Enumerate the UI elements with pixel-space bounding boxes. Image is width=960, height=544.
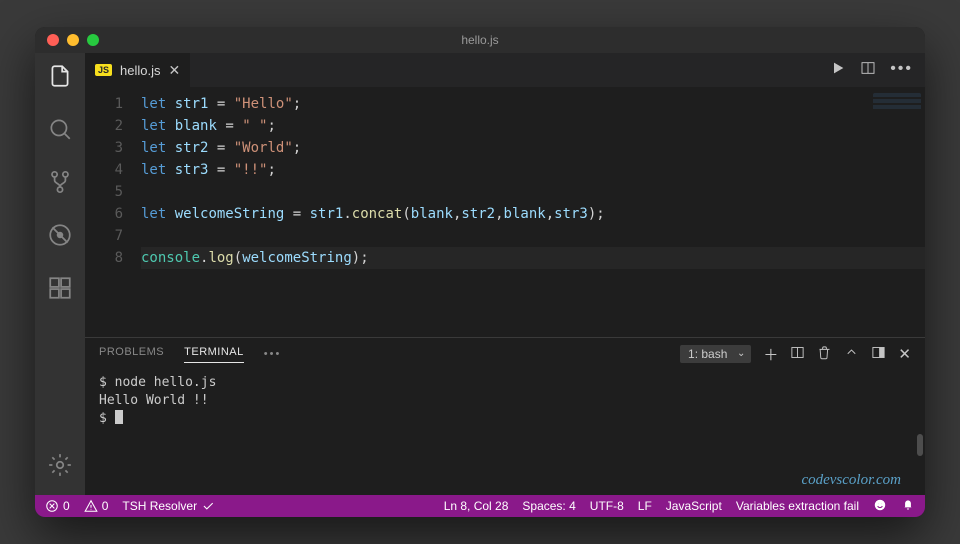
kill-terminal-icon[interactable] (817, 345, 832, 363)
status-encoding[interactable]: UTF-8 (590, 499, 624, 513)
line-gutter: 12345678 (85, 93, 141, 337)
body-area: JS hello.js ✕ ••• 12345678 let str1 = "H… (35, 53, 925, 495)
terminal-tab[interactable]: TERMINAL (184, 346, 244, 363)
more-actions-icon[interactable]: ••• (890, 60, 913, 81)
terminal-line: $ (99, 410, 911, 428)
editor-actions: ••• (830, 60, 925, 81)
chevron-down-icon: ⌄ (737, 348, 745, 359)
search-icon[interactable] (47, 116, 73, 147)
code-content: let str1 = "Hello";let blank = " ";let s… (141, 93, 925, 337)
code-editor[interactable]: 12345678 let str1 = "Hello";let blank = … (85, 87, 925, 337)
status-spaces[interactable]: Spaces: 4 (522, 499, 575, 513)
status-warnings[interactable]: 0 (84, 499, 109, 513)
toggle-panel-icon[interactable] (871, 345, 886, 363)
close-tab-icon[interactable]: ✕ (168, 62, 180, 79)
main-column: JS hello.js ✕ ••• 12345678 let str1 = "H… (85, 53, 925, 495)
minimap[interactable] (873, 93, 921, 119)
terminal-line: Hello World !! (99, 392, 911, 410)
terminal-line: $ node hello.js (99, 374, 911, 392)
maximize-window-button[interactable] (87, 34, 99, 46)
extensions-icon[interactable] (47, 275, 73, 306)
run-icon[interactable] (830, 60, 846, 81)
terminal-cursor (115, 410, 123, 424)
close-panel-icon[interactable]: ✕ (898, 345, 911, 363)
status-eol[interactable]: LF (638, 499, 652, 513)
split-terminal-icon[interactable] (790, 345, 805, 363)
status-message[interactable]: Variables extraction fail (736, 499, 859, 513)
tab-filename: hello.js (120, 63, 160, 78)
tab-bar: JS hello.js ✕ ••• (85, 53, 925, 87)
close-window-button[interactable] (47, 34, 59, 46)
terminal-scrollbar[interactable] (917, 434, 923, 456)
window-title: hello.js (35, 33, 925, 47)
editor-tab[interactable]: JS hello.js ✕ (85, 53, 190, 87)
minimize-window-button[interactable] (67, 34, 79, 46)
panel-overflow-icon[interactable]: ••• (264, 348, 282, 360)
status-ext[interactable]: TSH Resolver (122, 499, 215, 513)
vscode-window: hello.js (35, 27, 925, 517)
feedback-icon[interactable] (873, 498, 887, 515)
status-cursor[interactable]: Ln 8, Col 28 (444, 499, 509, 513)
traffic-lights (47, 34, 99, 46)
terminal-output[interactable]: $ node hello.js Hello World !! $ codevsc… (85, 370, 925, 495)
js-file-icon: JS (95, 64, 112, 76)
status-errors[interactable]: 0 (45, 499, 70, 513)
bell-icon[interactable] (901, 498, 915, 515)
titlebar: hello.js (35, 27, 925, 53)
new-terminal-icon[interactable]: ＋ (763, 344, 778, 365)
activity-bar (35, 53, 85, 495)
status-bar: 0 0 TSH Resolver Ln 8, Col 28 Spaces: 4 … (35, 495, 925, 517)
problems-tab[interactable]: PROBLEMS (99, 346, 164, 362)
source-control-icon[interactable] (47, 169, 73, 200)
terminal-select[interactable]: 1: bash ⌄ (680, 345, 751, 363)
status-language[interactable]: JavaScript (666, 499, 722, 513)
terminal-toolbar: 1: bash ⌄ ＋ ✕ (680, 344, 911, 365)
explorer-icon[interactable] (47, 63, 73, 94)
terminal-select-label: 1: bash (688, 347, 727, 361)
maximize-panel-icon[interactable] (844, 345, 859, 363)
watermark: codevscolor.com (801, 471, 901, 489)
bottom-panel: PROBLEMS TERMINAL ••• 1: bash ⌄ ＋ ✕ (85, 337, 925, 495)
settings-icon[interactable] (47, 452, 73, 483)
debug-icon[interactable] (47, 222, 73, 253)
panel-tabs: PROBLEMS TERMINAL ••• 1: bash ⌄ ＋ ✕ (85, 338, 925, 370)
split-editor-icon[interactable] (860, 60, 876, 81)
